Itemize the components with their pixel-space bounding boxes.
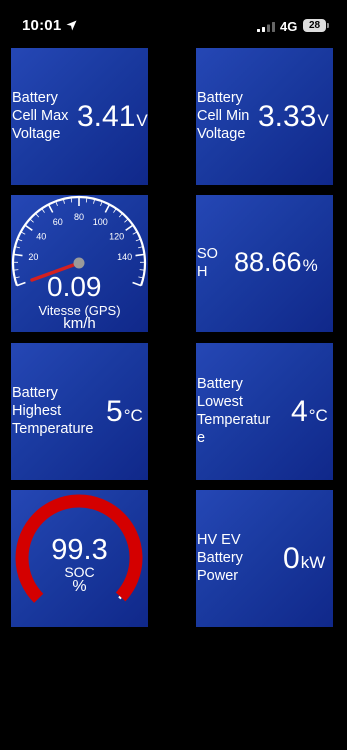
speed-gauge-tick <box>13 269 19 271</box>
speed-gauge-tick-label: 40 <box>36 232 46 242</box>
tile-label: Battery Cell Min Voltage <box>197 90 250 142</box>
network-type: 4G <box>280 19 298 34</box>
speed-gauge-tick-label: 120 <box>109 232 124 242</box>
speed-unit: km/h <box>63 315 96 332</box>
speed-gauge-tick <box>24 224 33 231</box>
value-text: 3.41 <box>77 100 136 133</box>
speed-gauge-tick <box>125 224 134 231</box>
status-time: 10:01 <box>22 17 62 34</box>
value-text: 5 <box>106 395 123 428</box>
tile-speed-gauge[interactable]: 20 40 60 80 100 120 140 0.09 Vitesse (GPS) km/… <box>11 195 148 332</box>
speed-gauge-tick <box>104 204 111 213</box>
speed-gauge-tick <box>124 218 129 223</box>
speed-gauge-tick <box>139 269 145 271</box>
unit-text: kW <box>300 553 326 572</box>
tile-label: Battery Cell Max Voltage <box>12 90 69 142</box>
value-text: 4 <box>291 395 308 428</box>
tile-hv-battery-power[interactable]: HV EV Battery Power 0kW <box>196 490 333 627</box>
battery-level-badge: 28 <box>303 19 326 32</box>
speed-gauge-tick <box>16 281 26 287</box>
tile-value: 3.41V <box>77 100 148 134</box>
speed-gauge-tick-label: 80 <box>74 212 84 222</box>
value-text: 3.33 <box>258 100 317 133</box>
tile-soh[interactable]: SO H 88.66% <box>196 195 333 332</box>
cellular-signal-icon <box>257 22 275 32</box>
soc-label: SOC <box>64 564 95 580</box>
tile-value: 88.66% <box>234 247 318 278</box>
tile-value: 4°C <box>291 395 328 429</box>
soc-gauge-end-marker <box>118 595 122 600</box>
tile-battery-lowest-temperature[interactable]: Battery Lowest Temperatur e 4°C <box>196 343 333 480</box>
soc-unit: % <box>72 578 87 595</box>
unit-text: % <box>302 256 318 275</box>
speed-gauge-tick-label: 20 <box>28 252 38 262</box>
speed-gauge-tick <box>132 231 138 235</box>
speed-value: 0.09 <box>47 271 102 302</box>
unit-text: V <box>317 111 329 130</box>
value-text: 0 <box>283 542 300 575</box>
tile-label: Battery Highest Temperature <box>12 385 94 437</box>
location-arrow-icon <box>66 20 77 31</box>
speed-gauge-tick-label: 140 <box>117 252 132 262</box>
speed-gauge-tick <box>113 208 117 213</box>
tile-label: HV EV Battery Power <box>197 532 243 584</box>
speed-gauge-tick <box>135 253 145 257</box>
unit-text: °C <box>308 406 328 425</box>
tile-battery-highest-temperature[interactable]: Battery Highest Temperature 5°C <box>11 343 148 480</box>
speed-gauge-tick-label: 100 <box>93 217 108 227</box>
speed-gauge-tick <box>35 213 40 218</box>
tile-label: SO H <box>197 246 218 280</box>
speed-gauge-tick <box>20 231 26 235</box>
tile-soc-gauge[interactable]: 99.3 SOC % <box>11 490 148 627</box>
tile-value: 5°C <box>106 395 143 429</box>
speed-gauge-tick <box>13 253 23 257</box>
value-text: 88.66 <box>234 247 302 277</box>
speed-gauge-tick <box>29 218 34 223</box>
tile-value: 3.33V <box>258 100 329 134</box>
tile-battery-cell-max-voltage[interactable]: Battery Cell Max Voltage 3.41V <box>11 48 148 185</box>
tile-value: 0kW <box>283 542 325 576</box>
tile-battery-cell-min-voltage[interactable]: Battery Cell Min Voltage 3.33V <box>196 48 333 185</box>
speed-gauge-tick <box>118 213 123 218</box>
unit-text: V <box>136 111 148 130</box>
soc-value: 99.3 <box>51 534 108 566</box>
status-bar: 10:01 4G 28 <box>0 0 347 44</box>
unit-text: °C <box>123 406 143 425</box>
tile-label: Battery Lowest Temperatur e <box>197 376 271 446</box>
speed-gauge-tick <box>47 204 54 213</box>
speed-gauge-tick <box>132 281 142 287</box>
speed-gauge-tick <box>41 208 45 213</box>
battery-icon <box>327 23 329 28</box>
speed-gauge-hub <box>73 257 85 269</box>
speed-gauge-tick-label: 60 <box>53 217 63 227</box>
